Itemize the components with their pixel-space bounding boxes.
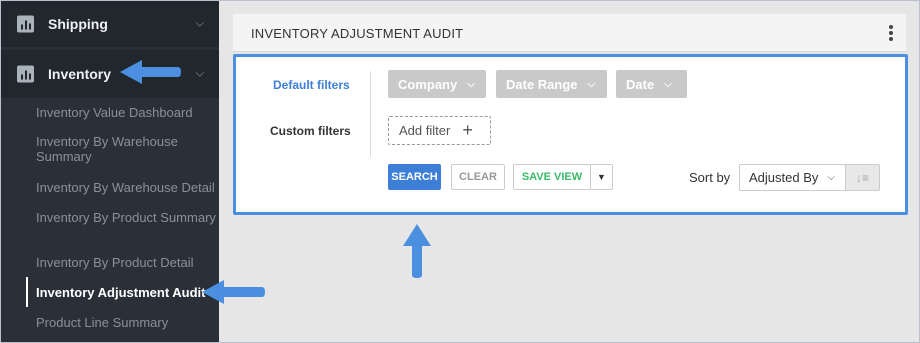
chevron-down-icon: ⌵	[587, 78, 596, 90]
chip-label: Company	[398, 76, 458, 92]
nav-section-inventory[interactable]: Inventory ⌵	[1, 50, 219, 98]
chevron-down-icon: ⌵	[664, 78, 672, 90]
sort-by-label: Sort by	[689, 170, 731, 185]
add-filter-label: Add filter	[399, 123, 451, 138]
sort-descending-icon: ↓≡	[855, 170, 869, 185]
default-filters-label: Default filters	[273, 78, 350, 92]
save-view-button[interactable]: SAVE VIEW	[513, 164, 591, 190]
nav-section-label: Shipping	[48, 16, 108, 32]
sort-direction-button[interactable]: ↓≡	[845, 164, 880, 191]
sidebar-item-inventory-value-dashboard[interactable]: Inventory Value Dashboard	[36, 105, 216, 120]
bar-chart-icon	[17, 15, 34, 33]
bar-chart-icon	[17, 65, 34, 83]
custom-filters-label: Custom filters	[270, 124, 351, 138]
divider	[370, 71, 371, 157]
kebab-menu-icon[interactable]	[888, 24, 894, 42]
sort-by-select[interactable]: Adjusted By ⌵	[739, 164, 846, 191]
sort-selected-value: Adjusted By	[749, 170, 819, 185]
nav-section-shipping[interactable]: Shipping ⌵	[1, 1, 219, 47]
chevron-down-icon: ⌵	[827, 172, 835, 183]
caret-down-icon: ▼	[597, 172, 606, 182]
chip-label: Date	[626, 76, 655, 92]
chevron-down-icon: ⌵	[467, 78, 475, 90]
sidebar-item-inventory-by-product-detail[interactable]: Inventory By Product Detail	[36, 255, 216, 270]
sidebar: Shipping ⌵ Inventory ⌵ Inventory Value D…	[1, 1, 219, 342]
sidebar-item-inventory-by-warehouse-summary[interactable]: Inventory By Warehouse Summary	[36, 134, 216, 164]
save-view-dropdown[interactable]: ▼	[590, 164, 613, 190]
sidebar-item-inventory-by-product-summary[interactable]: Inventory By Product Summary	[36, 210, 216, 225]
filter-chip-date[interactable]: Date ⌵	[616, 70, 687, 98]
filter-chip-company[interactable]: Company ⌵	[388, 70, 486, 98]
nav-section-label: Inventory	[48, 66, 112, 82]
sidebar-item-inventory-by-warehouse-detail[interactable]: Inventory By Warehouse Detail	[36, 180, 216, 195]
filter-panel: Default filters Custom filters Company ⌵…	[233, 54, 908, 215]
plus-icon: +	[462, 120, 473, 140]
chevron-down-icon: ⌵	[195, 67, 204, 80]
card-header: INVENTORY ADJUSTMENT AUDIT	[233, 14, 906, 52]
sidebar-item-inventory-adjustment-audit[interactable]: Inventory Adjustment Audit	[36, 285, 216, 300]
filter-chip-date-range[interactable]: Date Range ⌵	[496, 70, 607, 98]
arrow-left-icon	[120, 60, 181, 84]
chevron-down-icon: ⌵	[195, 17, 204, 30]
add-filter-button[interactable]: Add filter +	[388, 116, 491, 145]
arrow-left-icon	[202, 280, 265, 304]
chip-label: Date Range	[506, 76, 578, 92]
search-button[interactable]: SEARCH	[388, 164, 441, 190]
clear-button[interactable]: CLEAR	[451, 164, 505, 190]
arrow-up-icon	[403, 224, 431, 278]
page-title: INVENTORY ADJUSTMENT AUDIT	[251, 26, 464, 41]
active-indicator	[26, 277, 28, 307]
sidebar-item-product-line-summary[interactable]: Product Line Summary	[36, 315, 216, 330]
